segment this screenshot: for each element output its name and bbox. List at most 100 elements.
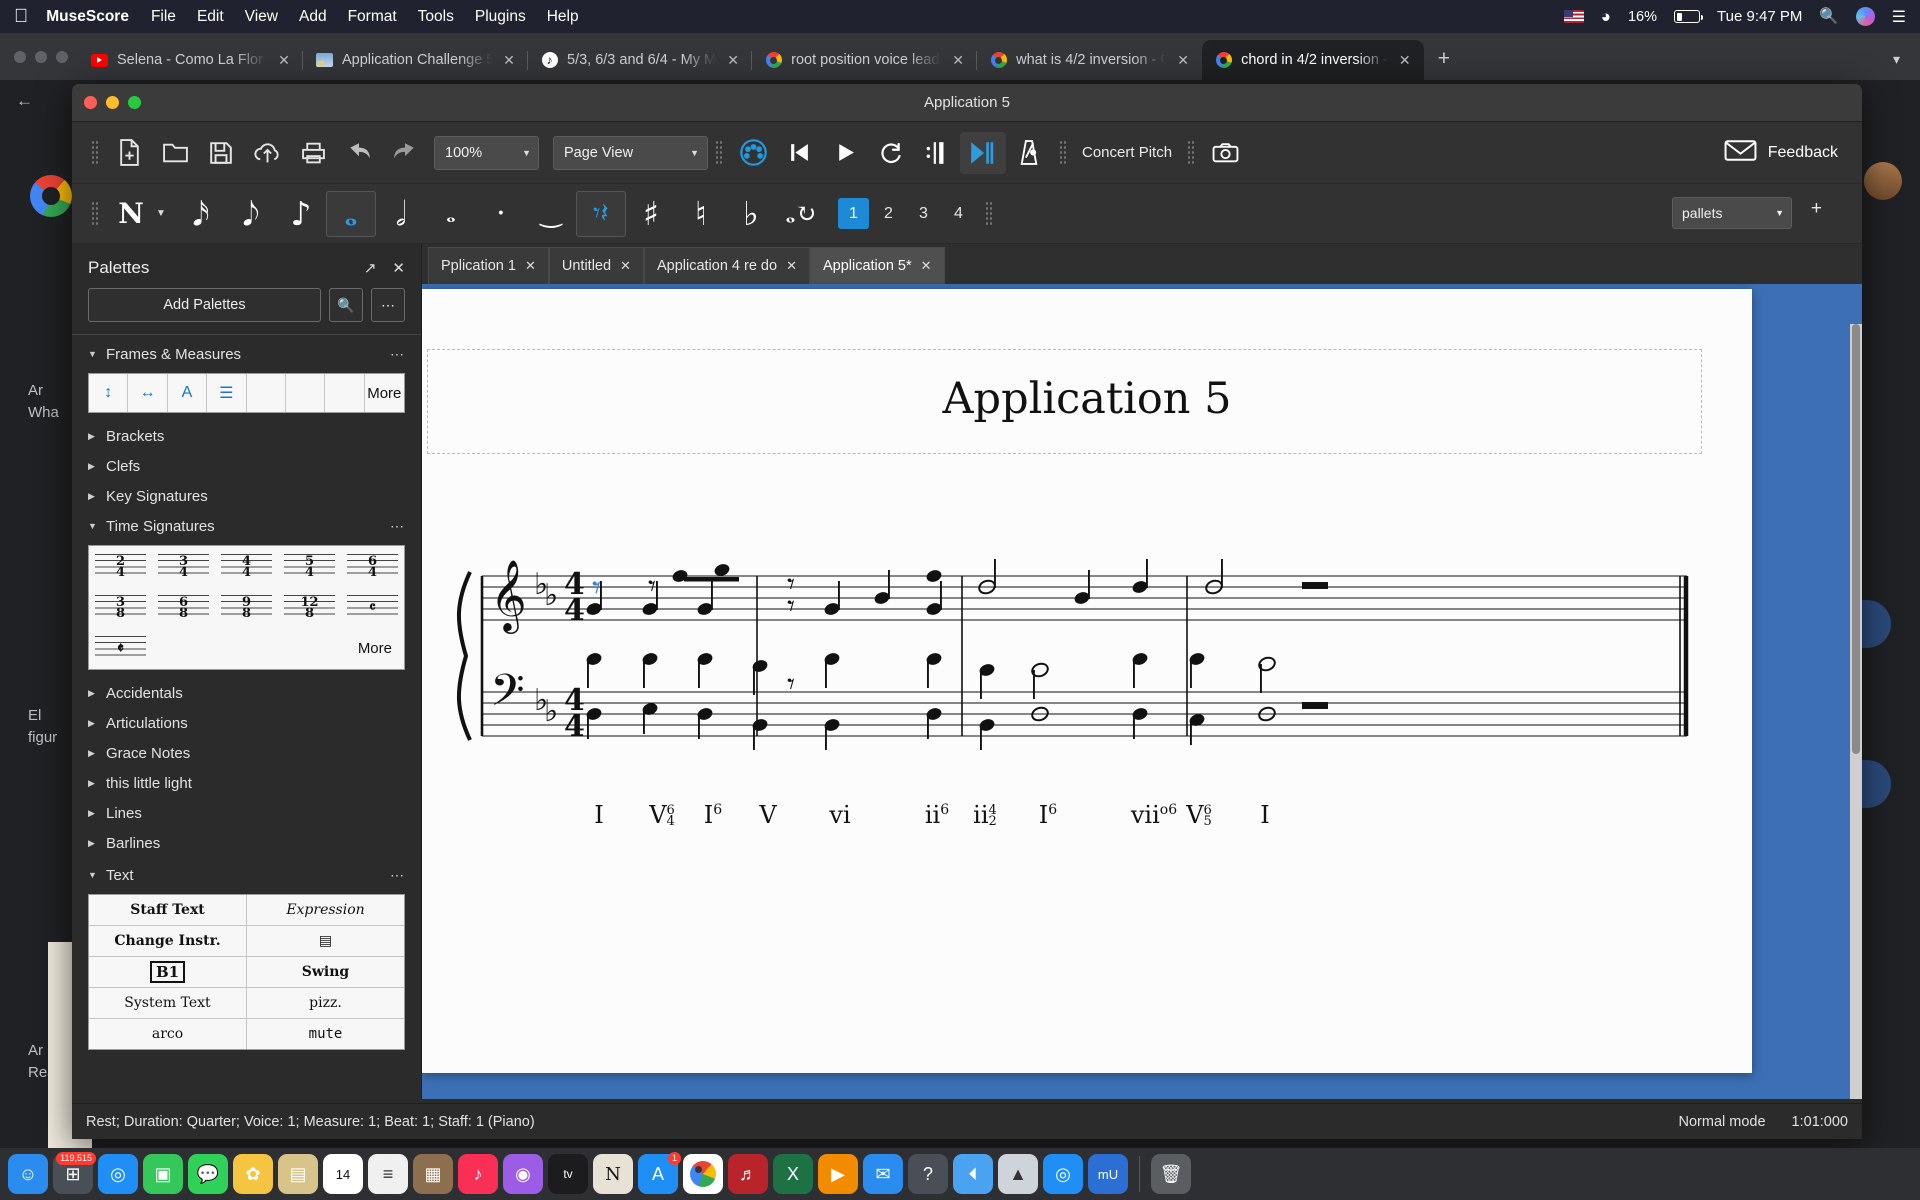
- more-options-icon[interactable]: ⋯: [371, 288, 405, 322]
- facetime-icon[interactable]: ▣: [143, 1154, 183, 1194]
- close-tab-icon[interactable]: ✕: [501, 52, 517, 69]
- horizontal-frame-icon[interactable]: ↔: [128, 374, 167, 412]
- midi-input-icon[interactable]: [730, 132, 776, 174]
- sharp-icon[interactable]: ♯: [626, 191, 676, 237]
- new-tab-button[interactable]: +: [1424, 47, 1464, 80]
- score-tab-0[interactable]: Pplication 1 ✕: [428, 247, 549, 284]
- concert-pitch-button[interactable]: Concert Pitch: [1074, 144, 1180, 161]
- duration-16th-icon[interactable]: ♪: [276, 191, 326, 237]
- tie-icon[interactable]: ‿: [526, 191, 576, 237]
- time-sig-4-4[interactable]: 44: [215, 546, 278, 587]
- menu-add[interactable]: Add: [299, 8, 327, 26]
- chevron-down-icon[interactable]: ▼: [690, 148, 699, 158]
- note-toolbar-drag-handle[interactable]: [91, 201, 99, 227]
- menu-file[interactable]: File: [151, 8, 176, 26]
- redo-icon[interactable]: [382, 132, 428, 174]
- time-signatures-more-button[interactable]: More: [152, 628, 404, 669]
- expand-panel-icon[interactable]: ↗: [364, 259, 377, 277]
- voice-2-button[interactable]: 2: [873, 198, 904, 229]
- empty-cell[interactable]: [325, 374, 364, 412]
- time-sig-3-4[interactable]: 34: [152, 546, 215, 587]
- lyrics-icon[interactable]: ▤: [247, 926, 404, 956]
- search-icon[interactable]: 🔍: [329, 288, 363, 322]
- chrome-icon[interactable]: [683, 1154, 723, 1194]
- text-system-text[interactable]: System Text: [89, 988, 247, 1018]
- score-canvas[interactable]: Application 5: [422, 284, 1862, 1099]
- palette-section-key-signatures[interactable]: ▶ Key Signatures: [72, 481, 421, 511]
- close-tab-icon[interactable]: ✕: [620, 258, 631, 274]
- close-tab-icon[interactable]: ✕: [950, 52, 966, 69]
- text-mute[interactable]: mute: [247, 1019, 404, 1049]
- musescore-icon[interactable]: mU: [1088, 1154, 1128, 1194]
- frames-more-button[interactable]: More: [365, 374, 404, 412]
- time-sig-6-4[interactable]: 64: [341, 546, 404, 587]
- camera-icon[interactable]: [1202, 132, 1248, 174]
- time-sig-5-4[interactable]: 54: [278, 546, 341, 587]
- close-tab-icon[interactable]: ✕: [1175, 52, 1191, 69]
- empty-cell[interactable]: [286, 374, 325, 412]
- score-tab-1[interactable]: Untitled ✕: [549, 247, 644, 284]
- photos-icon[interactable]: ✿: [233, 1154, 273, 1194]
- score-tab-3[interactable]: Application 5* ✕: [810, 247, 945, 284]
- roman-numeral[interactable]: viio6: [1131, 801, 1177, 829]
- augmentation-dot-icon[interactable]: ·: [476, 191, 526, 237]
- play-repeats-icon[interactable]: [914, 132, 960, 174]
- roman-numeral[interactable]: I: [594, 801, 603, 829]
- duration-quarter-icon[interactable]: 𝅝: [326, 191, 376, 237]
- launchpad-icon[interactable]: ⊞119,515: [53, 1154, 93, 1194]
- grand-staff[interactable]: 𝄞 𝄢 ♭ ♭ ♭ ♭ 4 4 4 4: [422, 554, 1752, 804]
- trash-icon[interactable]: 🗑: [1151, 1154, 1191, 1194]
- close-icon[interactable]: ✕: [392, 259, 405, 277]
- safari-icon[interactable]: ◎: [98, 1154, 138, 1194]
- battery-icon[interactable]: [1674, 10, 1700, 23]
- roman-numeral[interactable]: I6: [1039, 801, 1057, 829]
- text-pizz[interactable]: pizz.: [247, 988, 404, 1018]
- text-staff-text[interactable]: Staff Text: [89, 895, 247, 925]
- preview-icon[interactable]: ▲: [998, 1154, 1038, 1194]
- calendar-icon[interactable]: 14: [323, 1154, 363, 1194]
- palette-section-grace-notes[interactable]: ▶ Grace Notes: [72, 738, 421, 768]
- screenshot-drag-handle[interactable]: [1187, 140, 1195, 166]
- playback-toolbar-drag-handle[interactable]: [715, 140, 723, 166]
- view-mode-combobox[interactable]: Page View ▼: [553, 136, 708, 170]
- palette-section-barlines[interactable]: ▶ Barlines: [72, 828, 421, 858]
- browser-tab-0[interactable]: Selena - Como La Flor ( ✕: [78, 40, 303, 80]
- add-palettes-button[interactable]: Add Palettes: [88, 288, 321, 322]
- close-tab-icon[interactable]: ✕: [276, 52, 292, 69]
- roman-numeral[interactable]: V65: [1186, 801, 1212, 829]
- chevron-down-icon[interactable]: ▼: [522, 148, 531, 158]
- minimize-window-button[interactable]: [35, 51, 47, 63]
- help-icon[interactable]: ?: [908, 1154, 948, 1194]
- palette-section-time-signatures[interactable]: ▼ Time Signatures ⋯: [72, 511, 421, 541]
- close-tab-icon[interactable]: ✕: [725, 52, 741, 69]
- score-title[interactable]: Application 5: [422, 374, 1752, 424]
- back-arrow-icon[interactable]: ←: [16, 90, 33, 111]
- reminders-icon[interactable]: ≡: [368, 1154, 408, 1194]
- notes-icon[interactable]: ▤: [278, 1154, 318, 1194]
- palette-section-text[interactable]: ▼ Text ⋯: [72, 860, 421, 890]
- voice-toolbar-drag-handle[interactable]: [985, 201, 993, 227]
- text-rehearsal-mark[interactable]: B1: [89, 957, 247, 987]
- empty-cell[interactable]: [247, 374, 286, 412]
- appletv-icon[interactable]: tv: [548, 1154, 588, 1194]
- workspace-combobox[interactable]: pallets ▼: [1672, 197, 1792, 229]
- close-tab-icon[interactable]: ✕: [921, 258, 932, 274]
- browser-tab-5[interactable]: chord in 4/2 inversion - ✕: [1202, 40, 1424, 80]
- close-tab-icon[interactable]: ✕: [1397, 52, 1413, 69]
- chevron-down-icon[interactable]: ▼: [156, 208, 166, 219]
- excel-icon[interactable]: X: [773, 1154, 813, 1194]
- duration-half-icon[interactable]: 𝅗𝅥: [376, 191, 426, 237]
- palette-section-brackets[interactable]: ▶ Brackets: [72, 421, 421, 451]
- add-workspace-button[interactable]: +: [1811, 198, 1822, 220]
- appstore-icon[interactable]: A1: [638, 1154, 678, 1194]
- podcasts-icon[interactable]: ◉: [503, 1154, 543, 1194]
- staff-spacer-icon[interactable]: ☰: [207, 374, 246, 412]
- toolbar-drag-handle[interactable]: [91, 140, 99, 166]
- voice-4-button[interactable]: 4: [943, 198, 974, 229]
- contacts-icon[interactable]: ▦: [413, 1154, 453, 1194]
- vlc-icon[interactable]: ▶: [818, 1154, 858, 1194]
- browser-tab-2[interactable]: ♪ 5/3, 6/3 and 6/4 - My M ✕: [528, 40, 752, 80]
- control-center-icon[interactable]: ☰: [1892, 7, 1906, 27]
- wifi-icon[interactable]: ◕: [1601, 7, 1611, 27]
- print-icon[interactable]: [290, 132, 336, 174]
